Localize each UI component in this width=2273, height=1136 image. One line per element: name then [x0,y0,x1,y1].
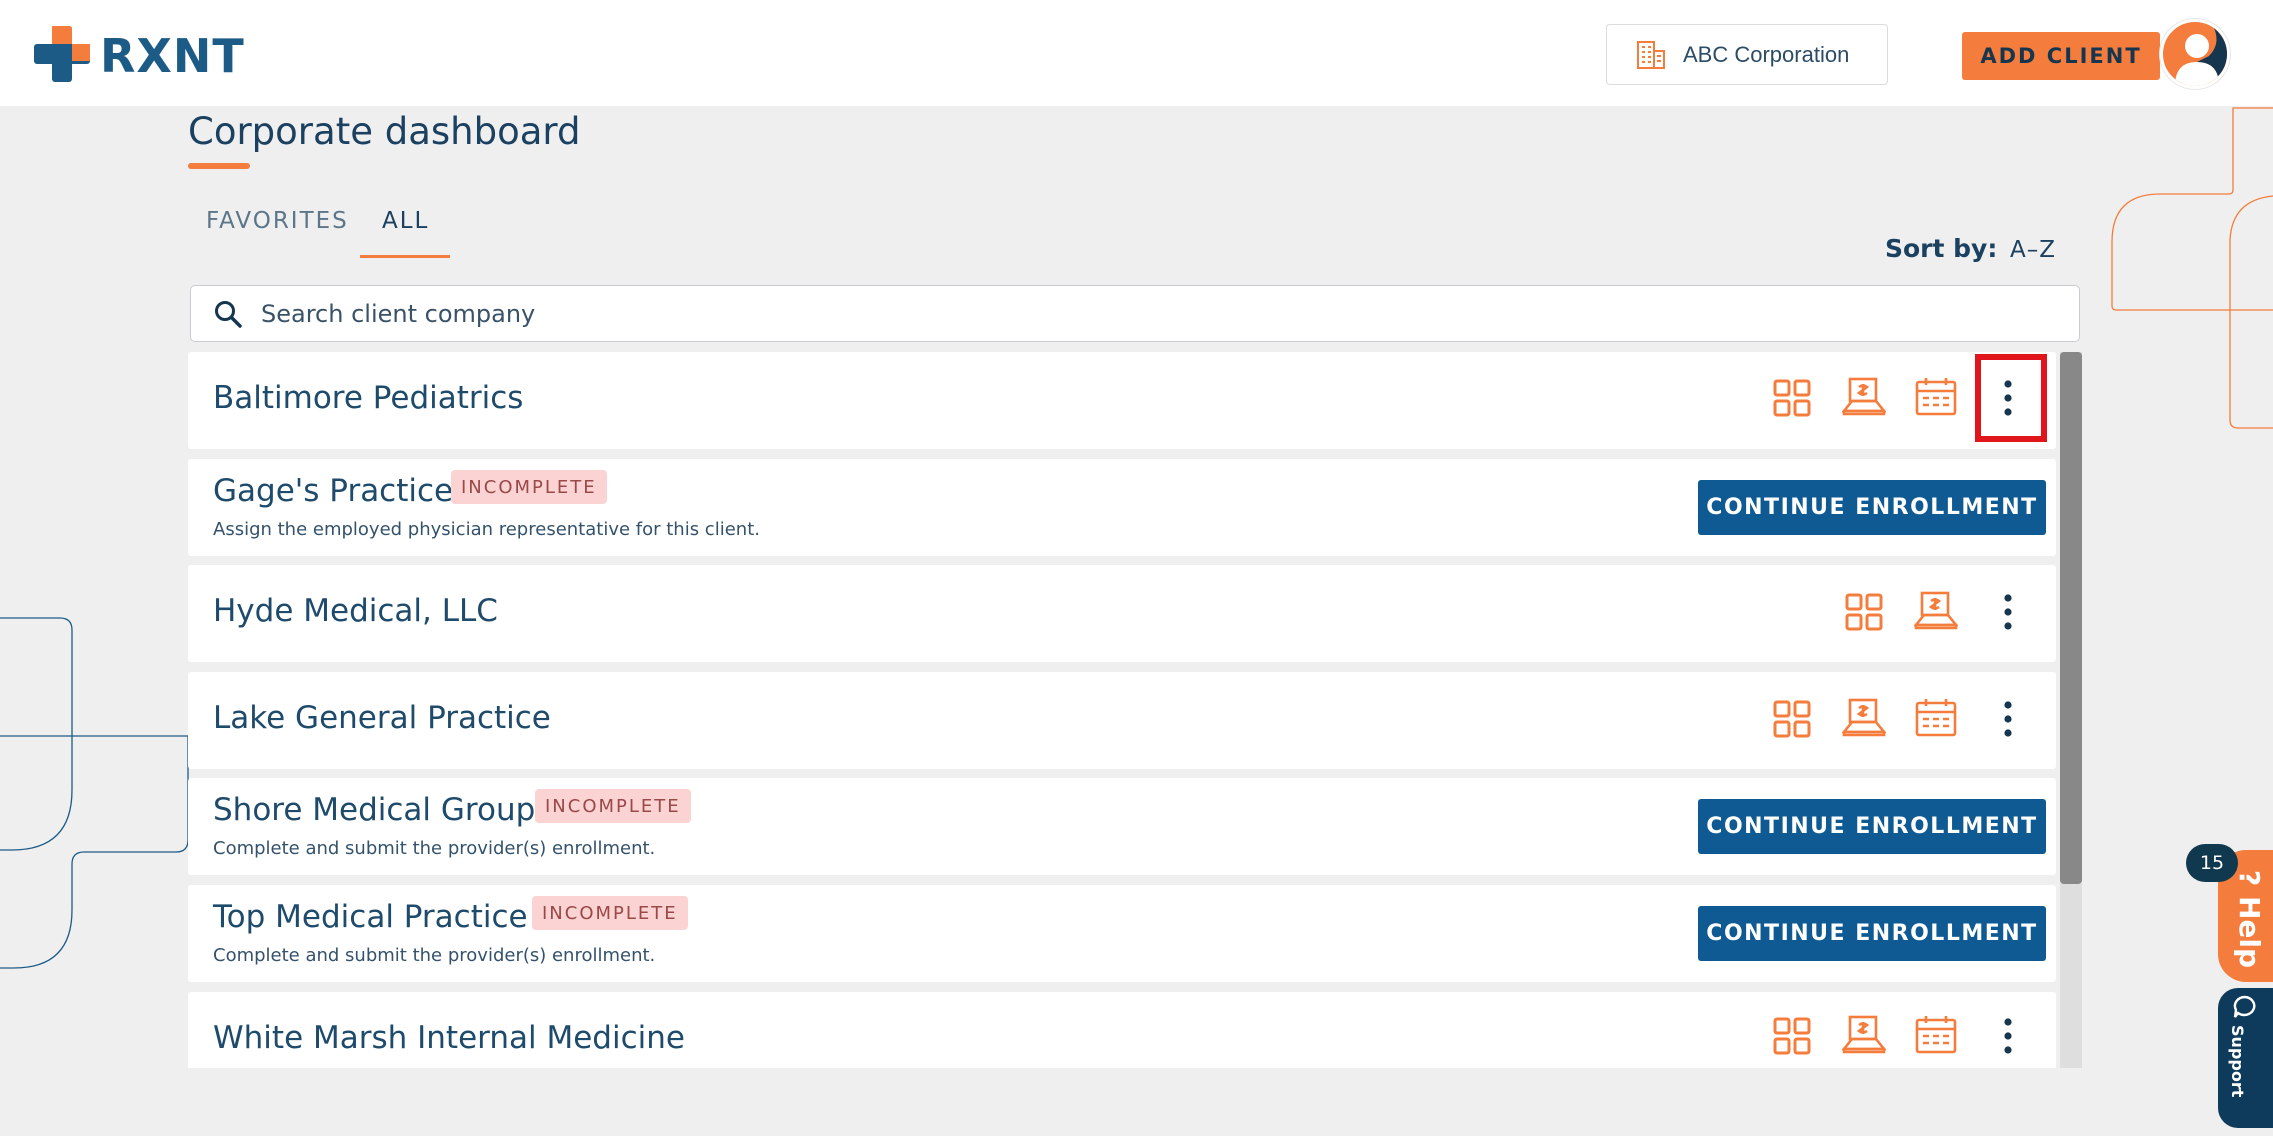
scheduler-icon[interactable] [1914,695,1958,739]
client-name: Lake General Practice [213,700,551,736]
support-label: Support [2228,1025,2247,1098]
client-row[interactable]: Top Medical Practice INCOMPLETE Complete… [188,885,2056,982]
chat-icon [2233,995,2256,1018]
dashboard-icon[interactable] [1842,590,1886,634]
continue-enrollment-button[interactable]: CONTINUE ENROLLMENT [1698,480,2046,535]
client-name: Top Medical Practice [213,899,528,935]
title-underline [188,163,250,169]
status-badge: INCOMPLETE [535,789,691,823]
billing-icon[interactable] [1842,374,1886,418]
client-name: Gage's Practice [213,473,454,509]
client-name: Baltimore Pediatrics [213,380,524,416]
scheduler-icon[interactable] [1914,374,1958,418]
client-description: Complete and submit the provider(s) enro… [213,945,656,966]
billing-icon[interactable] [1842,695,1886,739]
user-avatar[interactable] [2160,19,2230,89]
highlight-box [1975,354,2047,442]
more-options-icon[interactable] [1988,1014,2028,1058]
user-icon [2175,22,2227,86]
help-count-badge: 15 [2186,844,2238,882]
client-description: Assign the employed physician representa… [213,519,760,540]
client-description: Complete and submit the provider(s) enro… [213,838,656,859]
client-list: Baltimore Pediatrics Gage's Practice INC… [188,352,2083,1068]
search-bar [190,285,2080,342]
tab-favorites[interactable]: FAVORITES [206,208,349,234]
continue-enrollment-button[interactable]: CONTINUE ENROLLMENT [1698,906,2046,961]
building-icon [1637,40,1665,69]
client-name: Shore Medical Group [213,792,536,828]
client-row[interactable]: Hyde Medical, LLC [188,565,2056,662]
dashboard-icon[interactable] [1770,376,1814,420]
dashboard-icon[interactable] [1770,697,1814,741]
continue-enrollment-button[interactable]: CONTINUE ENROLLMENT [1698,799,2046,854]
sort-dropdown[interactable]: A–Z [2010,237,2056,263]
more-options-icon[interactable] [1988,697,2028,741]
status-badge: INCOMPLETE [532,896,688,930]
active-tab-indicator [360,255,450,258]
client-name: Hyde Medical, LLC [213,593,498,629]
scrollbar-thumb[interactable] [2060,352,2082,884]
rxnt-logo[interactable]: RXNT [34,26,245,86]
logo-text: RXNT [100,29,245,83]
page-title: Corporate dashboard [188,110,581,153]
search-input[interactable] [261,299,1961,328]
dashboard-icon[interactable] [1770,1014,1814,1058]
billing-icon[interactable] [1914,588,1958,632]
add-client-button[interactable]: ADD CLIENT [1962,32,2160,80]
billing-icon[interactable] [1842,1012,1886,1056]
client-row[interactable]: Shore Medical Group INCOMPLETE Complete … [188,778,2056,875]
tab-all[interactable]: ALL [382,208,429,234]
client-name: White Marsh Internal Medicine [213,1020,685,1056]
logo-cross-icon [34,26,90,82]
client-row[interactable]: Lake General Practice [188,672,2056,769]
corporation-selector[interactable]: ABC Corporation [1606,24,1888,85]
sort-label: Sort by: [1885,234,1998,263]
client-row[interactable]: Baltimore Pediatrics [188,352,2056,449]
client-row[interactable]: White Marsh Internal Medicine [188,992,2056,1068]
scheduler-icon[interactable] [1914,1012,1958,1056]
help-label: ? Help [2233,870,2266,969]
client-row[interactable]: Gage's Practice INCOMPLETE Assign the em… [188,459,2056,556]
search-icon [215,300,242,328]
more-options-icon[interactable] [1988,590,2028,634]
top-header: RXNT ABC Corporation ADD CLIENT [0,0,2273,106]
corporation-name: ABC Corporation [1683,41,1850,67]
status-badge: INCOMPLETE [451,470,607,504]
